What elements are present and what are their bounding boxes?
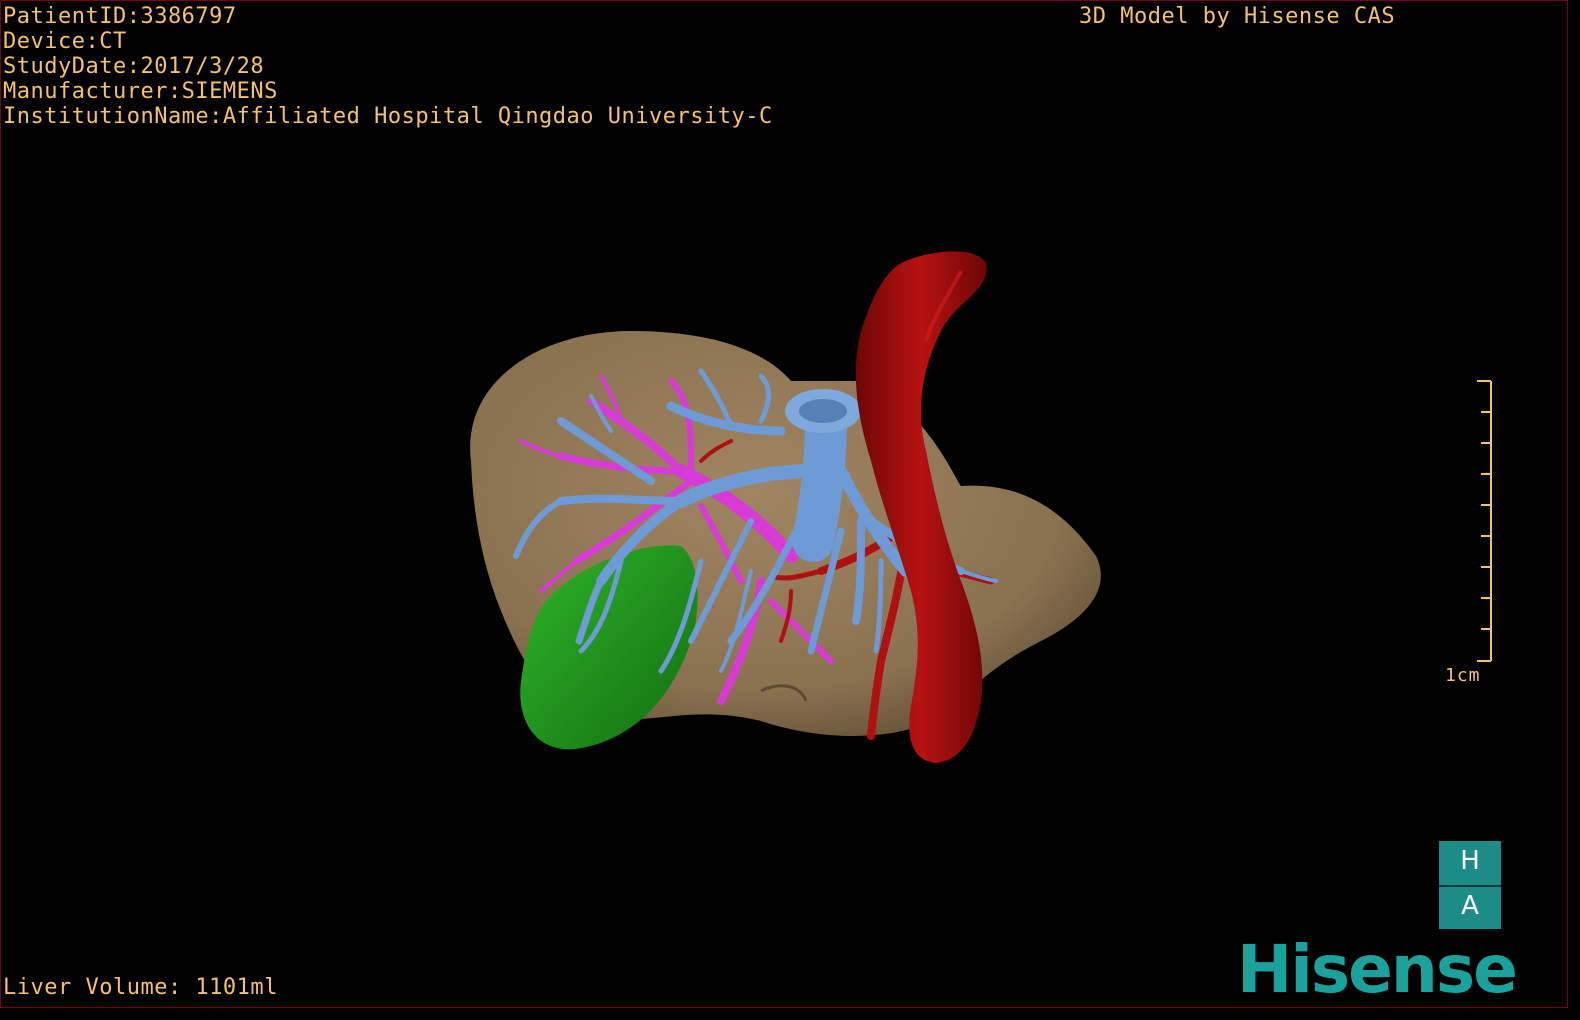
hisense-logo: Hisense (1237, 931, 1518, 1008)
manufacturer: Manufacturer:SIEMENS (3, 79, 278, 104)
model-credit: 3D Model by Hisense CAS (1079, 4, 1396, 29)
scale-bar-label: 1cm (1445, 665, 1481, 686)
study-date: StudyDate:2017/3/28 (3, 54, 265, 79)
device: Device:CT (3, 29, 127, 54)
orientation-head-label: H (1460, 846, 1480, 876)
orientation-divider (1439, 885, 1501, 887)
3d-viewport[interactable]: PatientID:3386797 Device:CT StudyDate:20… (0, 0, 1568, 1008)
liver-3d-model[interactable] (1, 1, 1567, 1007)
liver-volume: Liver Volume: 1101ml (3, 975, 278, 1000)
orientation-cube[interactable]: H A (1439, 841, 1501, 929)
orientation-anterior-label: A (1461, 891, 1479, 921)
patient-id: PatientID:3386797 (3, 4, 237, 29)
dicom-info-overlay: PatientID:3386797 Device:CT StudyDate:20… (3, 4, 773, 129)
institution-name: InstitutionName:Affiliated Hospital Qing… (3, 104, 773, 129)
scale-bar (1477, 380, 1492, 662)
